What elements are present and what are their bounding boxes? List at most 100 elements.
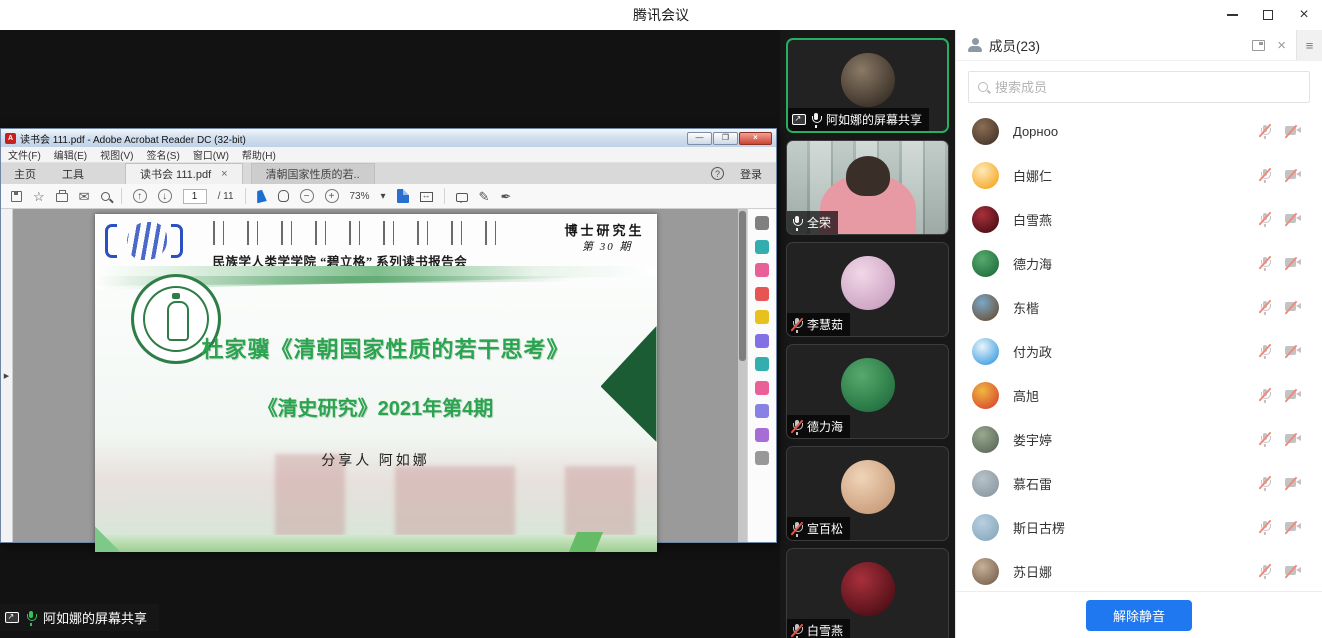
- vertical-scrollbar[interactable]: [738, 209, 747, 542]
- export-pdf-icon[interactable]: [755, 240, 769, 254]
- help-icon[interactable]: ?: [711, 167, 724, 180]
- mic-muted-icon[interactable]: [1259, 388, 1271, 402]
- camera-off-icon[interactable]: [1285, 477, 1302, 489]
- mic-muted-icon[interactable]: [1259, 256, 1271, 270]
- member-row[interactable]: 白雪燕: [956, 197, 1322, 241]
- unmute-button[interactable]: 解除静音: [1086, 600, 1192, 631]
- save-icon[interactable]: [11, 191, 22, 202]
- mic-muted-icon[interactable]: [1259, 124, 1271, 138]
- menu-item[interactable]: 视图(V): [100, 147, 133, 162]
- video-thumbnail[interactable]: 全荣: [786, 140, 949, 235]
- member-row[interactable]: 慕石雷: [956, 461, 1322, 505]
- tab-tools[interactable]: 工具: [49, 163, 97, 184]
- member-row[interactable]: 高旭: [956, 373, 1322, 417]
- select-tool-icon[interactable]: [257, 189, 267, 204]
- protect-icon[interactable]: [755, 404, 769, 418]
- close-button[interactable]: ×: [1286, 0, 1322, 30]
- camera-off-icon[interactable]: [1285, 565, 1302, 577]
- camera-off-icon[interactable]: [1285, 169, 1302, 181]
- video-thumbnail[interactable]: 阿如娜的屏幕共享: [786, 38, 949, 133]
- member-row[interactable]: 德力海: [956, 241, 1322, 285]
- next-page-icon[interactable]: ↓: [158, 189, 172, 203]
- print-icon[interactable]: [56, 193, 68, 202]
- members-icon: [968, 38, 983, 52]
- menu-item[interactable]: 文件(F): [8, 147, 41, 162]
- page-view-icon[interactable]: [397, 189, 409, 203]
- menu-item[interactable]: 帮助(H): [242, 147, 276, 162]
- organize-pages-icon[interactable]: [755, 357, 769, 371]
- video-thumbnail[interactable]: 白雪燕: [786, 548, 949, 638]
- mic-muted-icon[interactable]: [1259, 564, 1271, 578]
- member-row[interactable]: 斯日古楞: [956, 505, 1322, 549]
- more-tools-icon[interactable]: [755, 451, 769, 465]
- find-icon[interactable]: [101, 192, 110, 201]
- maximize-button[interactable]: [1250, 0, 1286, 30]
- email-icon[interactable]: ✉: [79, 190, 90, 203]
- acrobat-minimize-button[interactable]: —: [687, 132, 712, 145]
- search-input[interactable]: [995, 80, 1300, 95]
- mic-muted-icon[interactable]: [1259, 212, 1271, 226]
- member-row[interactable]: 白娜仁: [956, 153, 1322, 197]
- page-number-input[interactable]: 1: [183, 189, 207, 204]
- mic-muted-icon[interactable]: [1259, 300, 1271, 314]
- camera-off-icon[interactable]: [1285, 257, 1302, 269]
- camera-off-icon[interactable]: [1285, 345, 1302, 357]
- hand-tool-icon[interactable]: [278, 190, 289, 202]
- scrollbar-thumb[interactable]: [739, 211, 746, 361]
- member-row[interactable]: 苏日娜: [956, 549, 1322, 591]
- signature-icon[interactable]: [755, 428, 769, 442]
- edit-pdf-icon[interactable]: [755, 263, 769, 277]
- panel-menu-button[interactable]: ≡: [1296, 30, 1322, 60]
- menu-item[interactable]: 窗口(W): [193, 147, 229, 162]
- mic-muted-icon[interactable]: [1259, 168, 1271, 182]
- tab-home[interactable]: 主页: [1, 163, 49, 184]
- create-pdf-icon[interactable]: [755, 287, 769, 301]
- member-row[interactable]: 娄宇婷: [956, 417, 1322, 461]
- mic-muted-icon[interactable]: [1259, 344, 1271, 358]
- acrobat-close-button[interactable]: ×: [739, 132, 772, 145]
- fit-width-icon[interactable]: [420, 192, 433, 202]
- sign-in-button[interactable]: 登录: [740, 166, 762, 182]
- video-thumbnail[interactable]: 宣百松: [786, 446, 949, 541]
- previous-page-icon[interactable]: ↑: [133, 189, 147, 203]
- acrobat-restore-button[interactable]: ❐: [713, 132, 738, 145]
- zoom-out-icon[interactable]: −: [300, 189, 314, 203]
- zoom-dropdown-icon[interactable]: ▾: [381, 191, 386, 202]
- mic-muted-icon[interactable]: [1259, 432, 1271, 446]
- comment-icon[interactable]: [755, 310, 769, 324]
- close-panel-icon[interactable]: ×: [1277, 38, 1286, 53]
- member-row[interactable]: Дорноо: [956, 109, 1322, 153]
- menu-item[interactable]: 签名(S): [146, 147, 179, 162]
- camera-off-icon[interactable]: [1285, 125, 1302, 137]
- camera-off-icon[interactable]: [1285, 301, 1302, 313]
- zoom-level-value[interactable]: 73%: [350, 191, 370, 202]
- camera-off-icon[interactable]: [1285, 389, 1302, 401]
- member-name: 斯日古楞: [1013, 518, 1259, 537]
- popout-panel-icon[interactable]: [1252, 40, 1265, 51]
- favorites-star-icon[interactable]: ☆: [33, 190, 45, 203]
- combine-files-icon[interactable]: [755, 334, 769, 348]
- fill-sign-tool-icon[interactable]: ✒: [500, 190, 511, 203]
- find-icon[interactable]: [755, 216, 769, 230]
- doc-tab-active[interactable]: 读书会 111.pdf ×: [125, 163, 243, 184]
- camera-off-icon[interactable]: [1285, 433, 1302, 445]
- minimize-button[interactable]: [1214, 0, 1250, 30]
- camera-off-icon[interactable]: [1285, 521, 1302, 533]
- camera-off-icon[interactable]: [1285, 213, 1302, 225]
- comment-tool-icon[interactable]: [456, 193, 468, 202]
- navigation-pane-strip[interactable]: ▶: [1, 209, 13, 542]
- menu-item[interactable]: 编辑(E): [54, 147, 87, 162]
- doc-tab-second[interactable]: 清朝国家性质的若..: [251, 163, 375, 184]
- video-thumbnail[interactable]: 李慧茹: [786, 242, 949, 337]
- fill-sign-icon[interactable]: [755, 381, 769, 395]
- zoom-in-icon[interactable]: +: [325, 189, 339, 203]
- video-thumbnail[interactable]: 德力海: [786, 344, 949, 439]
- member-search-box[interactable]: [968, 71, 1310, 103]
- doc-tab-close-icon[interactable]: ×: [221, 168, 227, 180]
- mic-muted-icon[interactable]: [1259, 476, 1271, 490]
- member-row[interactable]: 东楷: [956, 285, 1322, 329]
- participant-avatar: [841, 460, 895, 514]
- member-row[interactable]: 付为政: [956, 329, 1322, 373]
- pencil-tool-icon[interactable]: ✎: [479, 190, 490, 203]
- mic-muted-icon[interactable]: [1259, 520, 1271, 534]
